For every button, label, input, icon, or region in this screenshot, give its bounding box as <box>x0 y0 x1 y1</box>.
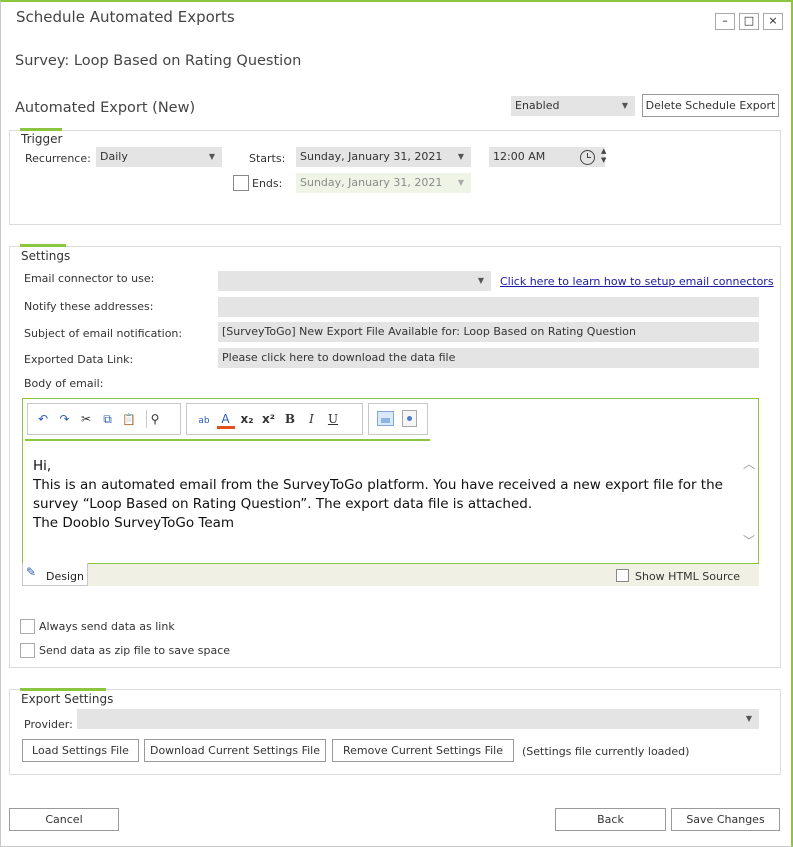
trigger-label: Trigger <box>21 132 63 146</box>
data-link-label: Exported Data Link: <box>24 353 134 366</box>
ends-date-picker[interactable]: Sunday, January 31, 2021 ▼ <box>296 173 471 193</box>
body-label: Body of email: <box>24 377 104 390</box>
ends-value: Sunday, January 31, 2021 <box>300 176 443 189</box>
provider-select[interactable]: ▼ <box>77 709 759 729</box>
notify-input[interactable] <box>218 297 759 317</box>
underline-icon[interactable]: U <box>324 410 342 428</box>
chevron-down-icon: ▼ <box>457 178 464 187</box>
settings-accent <box>20 244 66 247</box>
design-tab[interactable]: ✎ Design <box>22 563 88 586</box>
export-settings-label: Export Settings <box>21 692 114 706</box>
cut-icon[interactable]: ✂ <box>77 410 95 428</box>
status-select-value: Enabled <box>515 99 560 112</box>
minimize-button[interactable]: – <box>715 13 735 30</box>
body-line: This is an automated email from the Surv… <box>33 477 723 493</box>
chevron-down-icon: ▼ <box>208 152 215 161</box>
bold-icon[interactable]: B <box>281 410 299 428</box>
chevron-down-icon: ▼ <box>745 714 752 723</box>
toolbar-group-format: ab A x₂ x² B I U <box>186 403 363 435</box>
maximize-button[interactable]: □ <box>739 13 759 30</box>
undo-icon[interactable]: ↶ <box>34 410 52 428</box>
starts-label: Starts: <box>249 152 286 165</box>
recurrence-select[interactable]: Daily ▼ <box>96 147 222 167</box>
status-select[interactable]: Enabled ▼ <box>511 96 635 116</box>
trigger-accent <box>20 128 62 131</box>
zip-checkbox[interactable] <box>20 643 35 658</box>
export-settings-accent <box>20 688 106 691</box>
design-tab-label: Design <box>46 570 84 583</box>
zip-label: Send data as zip file to save space <box>39 644 231 657</box>
subject-input[interactable]: [SurveyToGo] New Export File Available f… <box>218 322 759 342</box>
starts-date-picker[interactable]: Sunday, January 31, 2021 ▼ <box>296 147 471 167</box>
save-changes-button[interactable]: Save Changes <box>671 808 780 831</box>
remove-settings-button[interactable]: Remove Current Settings File <box>332 739 514 762</box>
survey-title: Survey: Loop Based on Rating Question <box>15 53 302 69</box>
export-title: Automated Export (New) <box>15 100 196 116</box>
italic-icon[interactable]: I <box>303 410 321 428</box>
paste-icon[interactable]: 📋 <box>120 411 138 429</box>
design-icon: ✎ <box>26 565 37 579</box>
recurrence-value: Daily <box>100 150 128 163</box>
scroll-up-icon[interactable]: ︿ <box>743 455 755 472</box>
load-settings-button[interactable]: Load Settings File <box>22 739 139 762</box>
show-html-label: Show HTML Source <box>635 570 741 583</box>
back-button[interactable]: Back <box>555 808 666 831</box>
scroll-down-icon[interactable]: ﹀ <box>743 532 755 549</box>
always-link-label: Always send data as link <box>39 620 175 633</box>
provider-label: Provider: <box>24 718 73 731</box>
spellcheck-icon[interactable]: ab <box>195 412 213 430</box>
superscript-icon[interactable]: x² <box>260 410 278 428</box>
subject-label: Subject of email notification: <box>24 327 183 340</box>
show-html-checkbox[interactable] <box>616 569 629 582</box>
recurrence-label: Recurrence: <box>25 152 91 165</box>
close-button[interactable]: × <box>763 13 783 30</box>
ends-checkbox[interactable] <box>233 175 249 191</box>
font-color-icon[interactable]: A <box>216 411 235 429</box>
insert-image-icon[interactable] <box>377 411 394 426</box>
window-title: Schedule Automated Exports <box>16 8 235 26</box>
subscript-icon[interactable]: x₂ <box>238 410 256 428</box>
export-settings-group <box>9 689 781 775</box>
download-settings-button[interactable]: Download Current Settings File <box>144 739 326 762</box>
ends-label: Ends: <box>252 177 283 190</box>
body-line: Hi, <box>33 458 52 474</box>
data-link-input[interactable]: Please click here to download the data f… <box>218 348 759 368</box>
chevron-down-icon: ▼ <box>621 101 628 110</box>
toolbar-group-edit: ↶ ↷ ✂ ⧉ 📋 ⚲ <box>27 403 181 435</box>
toolbar-accent <box>25 439 430 441</box>
time-value: 12:00 AM <box>493 150 546 163</box>
email-body-text[interactable]: Hi, This is an automated email from the … <box>33 457 733 533</box>
chevron-down-icon: ▼ <box>477 276 484 285</box>
copy-icon[interactable]: ⧉ <box>99 410 117 428</box>
chevron-down-icon: ▼ <box>457 152 464 161</box>
always-link-checkbox[interactable] <box>20 619 35 634</box>
find-icon[interactable]: ⚲ <box>145 410 164 428</box>
time-spinner[interactable]: ▲ ▼ <box>601 147 606 165</box>
body-line: The Dooblo SurveyToGo Team <box>33 515 235 531</box>
cancel-button[interactable]: Cancel <box>9 808 119 831</box>
delete-schedule-button[interactable]: Delete Schedule Export <box>642 94 779 117</box>
email-connector-help-link[interactable]: Click here to learn how to setup email c… <box>500 275 774 288</box>
settings-status-text: (Settings file currently loaded) <box>522 745 690 758</box>
clock-icon <box>580 150 595 165</box>
settings-label: Settings <box>21 249 71 263</box>
notify-label: Notify these addresses: <box>24 300 154 313</box>
connector-select[interactable]: ▼ <box>218 271 491 291</box>
connector-label: Email connector to use: <box>24 272 155 285</box>
body-line: survey “Loop Based on Rating Question”. … <box>33 496 533 512</box>
redo-icon[interactable]: ↷ <box>56 410 74 428</box>
toolbar-group-insert <box>368 403 428 435</box>
insert-object-icon[interactable] <box>402 410 417 427</box>
starts-value: Sunday, January 31, 2021 <box>300 150 443 163</box>
